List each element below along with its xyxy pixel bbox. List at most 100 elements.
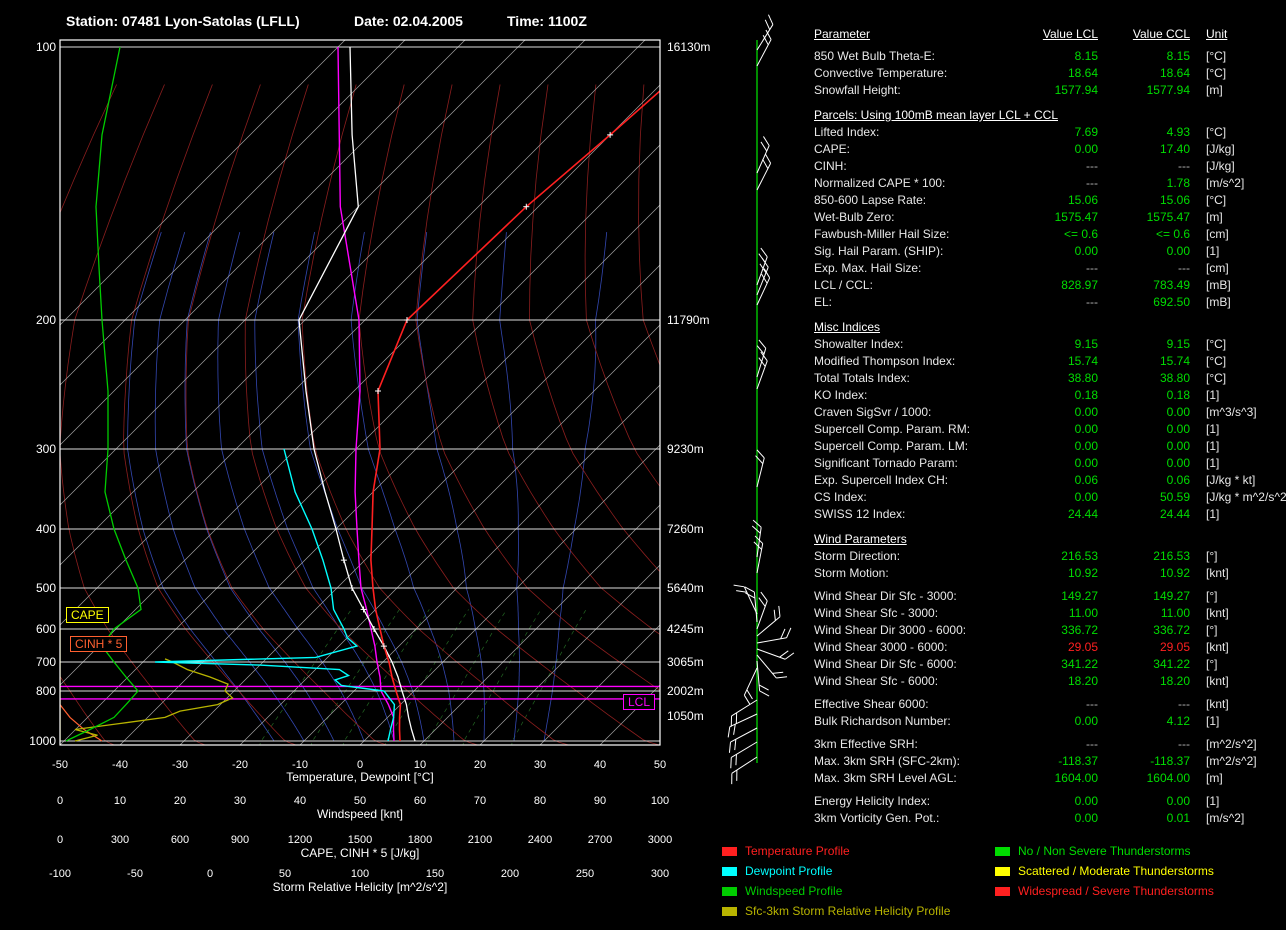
table-cell-ccl: 0.00 xyxy=(1098,455,1190,472)
axis-title-wind: Windspeed [knt] xyxy=(60,807,660,821)
axis-title-cape: CAPE, CINH * 5 [J/kg] xyxy=(60,846,660,860)
table-cell-lcl: 1577.94 xyxy=(1012,82,1098,99)
wind-barb xyxy=(749,154,773,190)
table-row: EL:---692.50[mB] xyxy=(814,294,1280,311)
table-cell-lcl: 9.15 xyxy=(1012,336,1098,353)
table-cell-ccl: --- xyxy=(1098,736,1190,753)
table-cell-lcl: --- xyxy=(1012,696,1098,713)
legend-item: No / Non Severe Thunderstorms xyxy=(995,841,1214,861)
table-cell-unit: [cm] xyxy=(1190,226,1280,243)
cinh-annotation: CINH * 5 xyxy=(70,636,127,652)
table-cell-lcl: 10.92 xyxy=(1012,565,1098,582)
pressure-label: 500 xyxy=(18,581,56,595)
table-cell-ccl: 0.06 xyxy=(1098,472,1190,489)
table-row: Effective Shear 6000:------[knt] xyxy=(814,696,1280,713)
table-cell-lcl: 216.53 xyxy=(1012,548,1098,565)
table-cell-ccl: 4.12 xyxy=(1098,713,1190,730)
table-section-title: Parcels: Using 100mB mean layer LCL + CC… xyxy=(814,107,1280,124)
table-cell-param: Wind Shear Dir 3000 - 6000: xyxy=(814,622,1012,639)
table-cell-ccl: 0.00 xyxy=(1098,438,1190,455)
table-row: CAPE:0.0017.40[J/kg] xyxy=(814,141,1280,158)
legend-label: Windspeed Profile xyxy=(745,884,842,898)
table-cell-lcl: 24.44 xyxy=(1012,506,1098,523)
table-cell-param: Sig. Hail Param. (SHIP): xyxy=(814,243,1012,260)
table-cell-param: Wind Shear Sfc - 3000: xyxy=(814,605,1012,622)
table-section-title: Wind Parameters xyxy=(814,531,1280,548)
table-cell-unit: [J/kg] xyxy=(1190,141,1280,158)
table-row: Convective Temperature:18.6418.64[°C] xyxy=(814,65,1280,82)
legend-swatch xyxy=(722,867,737,876)
table-cell-unit: [°] xyxy=(1190,622,1280,639)
wind-barb xyxy=(757,641,794,662)
table-cell-lcl: --- xyxy=(1012,736,1098,753)
table-cell-param: LCL / CCL: xyxy=(814,277,1012,294)
table-row: LCL / CCL:828.97783.49[mB] xyxy=(814,277,1280,294)
axis-tick-cape: 600 xyxy=(158,834,202,846)
legend-swatch xyxy=(995,847,1010,856)
table-cell-lcl: 0.00 xyxy=(1012,489,1098,506)
table-cell-param: Total Totals Index: xyxy=(814,370,1012,387)
legend-label: Dewpoint Profile xyxy=(745,864,832,878)
table-cell-unit: [1] xyxy=(1190,243,1280,260)
table-cell-lcl: 18.64 xyxy=(1012,65,1098,82)
table-row: Wind Shear Dir 3000 - 6000:336.72336.72[… xyxy=(814,622,1280,639)
table-cell-ccl: 1.78 xyxy=(1098,175,1190,192)
table-cell-lcl: 7.69 xyxy=(1012,124,1098,141)
legend-swatch xyxy=(722,907,737,916)
table-cell-param: Normalized CAPE * 100: xyxy=(814,175,1012,192)
table-row: Wind Shear Dir Sfc - 3000:149.27149.27[°… xyxy=(814,588,1280,605)
table-cell-ccl: 10.92 xyxy=(1098,565,1190,582)
table-cell-ccl: 0.00 xyxy=(1098,404,1190,421)
table-row: Energy Helicity Index:0.000.00[1] xyxy=(814,793,1280,810)
table-row: 850-600 Lapse Rate:15.0615.06[°C] xyxy=(814,192,1280,209)
table-cell-lcl: 8.15 xyxy=(1012,48,1098,65)
wind-barb-column xyxy=(724,15,794,784)
table-row: Bulk Richardson Number:0.004.12[1] xyxy=(814,713,1280,730)
table-cell-lcl: -118.37 xyxy=(1012,753,1098,770)
table-cell-lcl: --- xyxy=(1012,158,1098,175)
table-row: Wind Shear 3000 - 6000:29.0529.05[knt] xyxy=(814,639,1280,656)
table-row: Modified Thompson Index:15.7415.74[°C] xyxy=(814,353,1280,370)
axis-tick-cape: 300 xyxy=(98,834,142,846)
table-cell-ccl: 0.00 xyxy=(1098,243,1190,260)
table-row: CINH:------[J/kg] xyxy=(814,158,1280,175)
table-cell-unit: [°C] xyxy=(1190,48,1280,65)
wind-barb xyxy=(757,660,769,697)
table-cell-unit: [J/kg * kt] xyxy=(1190,472,1280,489)
table-cell-param: Craven SigSvr / 1000: xyxy=(814,404,1012,421)
pressure-label: 600 xyxy=(18,622,56,636)
table-row: 3km Effective SRH:------[m^2/s^2] xyxy=(814,736,1280,753)
table-cell-param: CS Index: xyxy=(814,489,1012,506)
axis-tick-cape: 2700 xyxy=(578,834,622,846)
table-cell-param: 3km Vorticity Gen. Pot.: xyxy=(814,810,1012,827)
table-cell-lcl: 15.74 xyxy=(1012,353,1098,370)
table-cell-unit: [m^2/s^2] xyxy=(1190,753,1280,770)
wind-barb xyxy=(748,520,762,557)
table-cell-param: Max. 3km SRH (SFC-2km): xyxy=(814,753,1012,770)
axis-tick-cape: 2400 xyxy=(518,834,562,846)
table-cell-unit: [1] xyxy=(1190,455,1280,472)
parameter-table: ParameterValue LCLValue CCLUnit850 Wet B… xyxy=(814,26,1280,827)
table-cell-param: Snowfall Height: xyxy=(814,82,1012,99)
lcl-annotation: LCL xyxy=(623,694,655,710)
table-header: Unit xyxy=(1190,26,1280,43)
table-cell-unit: [°C] xyxy=(1190,192,1280,209)
table-cell-ccl: 18.20 xyxy=(1098,673,1190,690)
legend-item: Widespread / Severe Thunderstorms xyxy=(995,881,1214,901)
table-row: Sig. Hail Param. (SHIP):0.000.00[1] xyxy=(814,243,1280,260)
table-cell-lcl: <= 0.6 xyxy=(1012,226,1098,243)
table-cell-lcl: 0.00 xyxy=(1012,713,1098,730)
table-cell-param: Wet-Bulb Zero: xyxy=(814,209,1012,226)
table-cell-ccl: 15.74 xyxy=(1098,353,1190,370)
table-cell-lcl: --- xyxy=(1012,175,1098,192)
wind-barb xyxy=(749,248,770,285)
table-cell-unit: [cm] xyxy=(1190,260,1280,277)
table-cell-unit: [1] xyxy=(1190,793,1280,810)
table-cell-param: Wind Shear Dir Sfc - 3000: xyxy=(814,588,1012,605)
table-cell-lcl: 0.00 xyxy=(1012,404,1098,421)
table-cell-unit: [knt] xyxy=(1190,639,1280,656)
table-cell-ccl: 1575.47 xyxy=(1098,209,1190,226)
table-row: KO Index:0.180.18[1] xyxy=(814,387,1280,404)
pressure-label: 700 xyxy=(18,655,56,669)
table-cell-lcl: 0.00 xyxy=(1012,455,1098,472)
